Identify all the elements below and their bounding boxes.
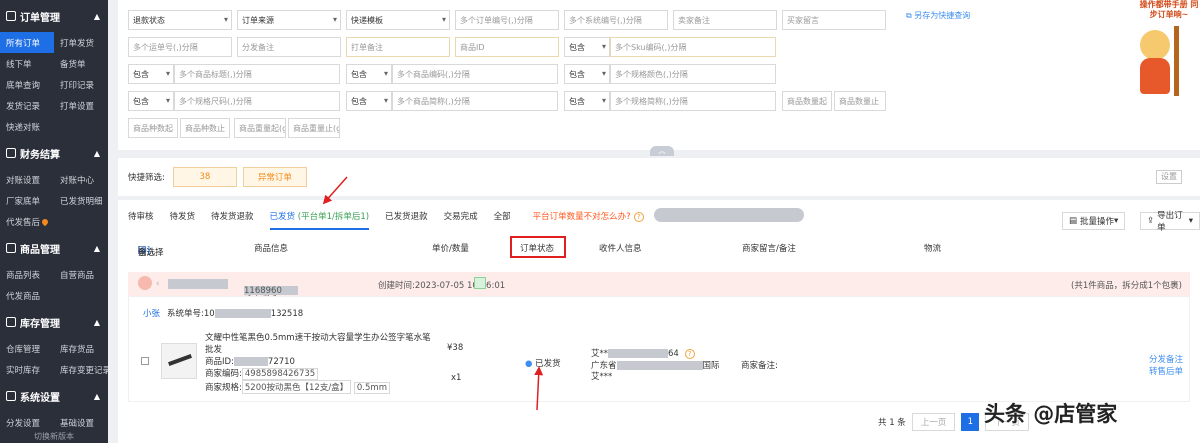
- watermark: 头条 @店管家: [984, 402, 1118, 426]
- annotation-arrow-tab: [322, 176, 348, 205]
- annotation-arrows: [322, 176, 544, 411]
- annotation-arrow-status: [534, 366, 544, 411]
